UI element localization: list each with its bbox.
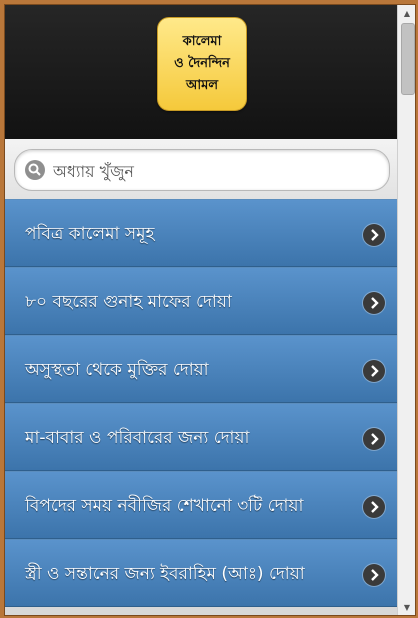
list-item[interactable]: ৮০ বছরের গুনাহ মাফের দোয়া <box>5 267 397 335</box>
app-frame: কালেমা ও দৈনন্দিন আমল পবিত্র কালেমা সমূহ… <box>4 4 416 616</box>
chevron-right-icon <box>363 564 385 586</box>
list-item-label: বিপদের সময় নবীজির শেখানো ৩টি দোয়া <box>25 496 304 516</box>
scroll-down-arrow-icon[interactable]: ▼ <box>398 599 415 615</box>
scrollbar-thumb[interactable] <box>401 23 415 95</box>
list-item[interactable]: পবিত্র কালেমা সমূহ <box>5 199 397 267</box>
chevron-right-icon <box>363 292 385 314</box>
vertical-scrollbar[interactable]: ▲ ▼ <box>397 5 415 615</box>
list-item[interactable]: মা-বাবার ও পরিবারের জন্য দোয়া <box>5 403 397 471</box>
chapter-list: পবিত্র কালেমা সমূহ ৮০ বছরের গুনাহ মাফের … <box>5 199 397 607</box>
chevron-right-icon <box>363 496 385 518</box>
list-item-label: পবিত্র কালেমা সমূহ <box>25 224 155 244</box>
app-logo: কালেমা ও দৈনন্দিন আমল <box>157 17 247 111</box>
scroll-up-arrow-icon[interactable]: ▲ <box>398 5 415 21</box>
chevron-right-icon <box>363 224 385 246</box>
chevron-right-icon <box>363 428 385 450</box>
list-item-label: ৮০ বছরের গুনাহ মাফের দোয়া <box>25 292 232 312</box>
logo-text: কালেমা ও দৈনন্দিন আমল <box>174 34 230 93</box>
header-bar: কালেমা ও দৈনন্দিন আমল <box>5 5 397 139</box>
search-bar <box>5 139 397 199</box>
chevron-right-icon <box>363 360 385 382</box>
search-input[interactable] <box>51 150 375 192</box>
list-item-label: অসুস্থতা থেকে মুক্তির দোয়া <box>25 360 209 380</box>
list-item[interactable]: বিপদের সময় নবীজির শেখানো ৩টি দোয়া <box>5 471 397 539</box>
list-item[interactable]: অসুস্থতা থেকে মুক্তির দোয়া <box>5 335 397 403</box>
list-item-label: স্ত্রী ও সন্তানের জন্য ইবরাহিম (আঃ) দোয়… <box>25 564 305 584</box>
search-box[interactable] <box>14 149 390 192</box>
list-item[interactable]: স্ত্রী ও সন্তানের জন্য ইবরাহিম (আঃ) দোয়… <box>5 539 397 607</box>
search-icon <box>25 160 45 180</box>
list-item-label: মা-বাবার ও পরিবারের জন্য দোয়া <box>25 428 250 448</box>
